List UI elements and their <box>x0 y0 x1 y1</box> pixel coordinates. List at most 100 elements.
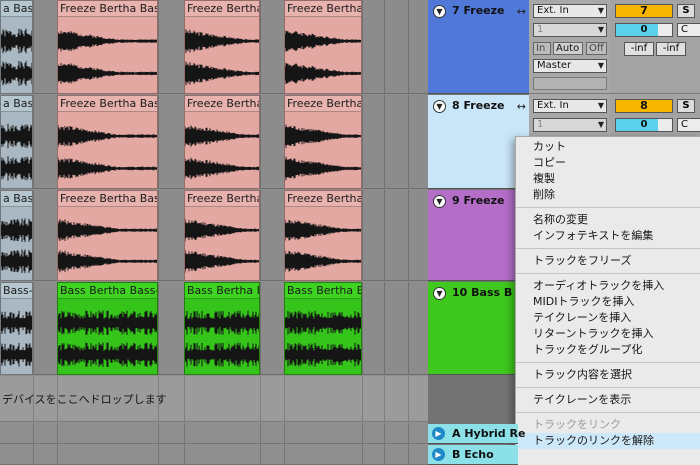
output-select[interactable]: Master ▼ <box>533 59 607 73</box>
menu-item[interactable]: リターントラックを挿入 <box>516 326 700 342</box>
arrangement-lane[interactable]: a Bass Freeze Bertha Bass Freeze Bertha Fre… <box>0 95 428 189</box>
return-lane[interactable] <box>0 444 428 465</box>
menu-item[interactable]: トラックのリンクを解除 <box>516 433 700 449</box>
menu-separator <box>516 207 700 208</box>
menu-item[interactable]: オーディオトラックを挿入 <box>516 278 700 294</box>
menu-item[interactable]: MIDIトラックを挿入 <box>516 294 700 310</box>
audio-clip[interactable]: Freeze Bertha <box>184 0 260 94</box>
monitor-off-button[interactable]: Off <box>586 42 607 55</box>
solo-button[interactable]: S <box>677 4 695 18</box>
input-channel-select[interactable]: 1 ▼ <box>533 23 607 37</box>
arrangement-view[interactable]: a Bass Freeze Bertha Bass Freeze Bertha Fre… <box>0 0 428 465</box>
return-lane[interactable] <box>0 423 428 444</box>
monitor-auto-button[interactable]: Auto <box>553 42 583 55</box>
input-channel-value: 1 <box>537 24 544 35</box>
menu-item[interactable]: 複製 <box>516 171 700 187</box>
arrangement-lane[interactable]: a Bass Freeze Bertha Bass Freeze Bertha Fre… <box>0 0 428 94</box>
audio-clip[interactable]: a Bass <box>0 95 33 189</box>
menu-item[interactable]: トラックをフリーズ <box>516 253 700 269</box>
track-header[interactable]: ▼ 9 Freeze <box>428 190 529 281</box>
menu-item[interactable]: テイクレーンを挿入 <box>516 310 700 326</box>
io-section: Ext. In ▼ 1 ▼ In Auto Off Master ▼ <box>529 0 610 94</box>
volume-slider[interactable]: 0 <box>615 23 673 37</box>
menu-item[interactable]: インフォテキストを編集 <box>516 228 700 244</box>
audio-clip[interactable]: Bass Bertha Bass-3 <box>57 282 158 375</box>
clip-title: Freeze Bertha <box>285 1 362 17</box>
audio-clip[interactable]: Freeze Bertha Bass <box>57 95 158 189</box>
return-track-header[interactable]: ▶ A Hybrid Re <box>428 424 525 444</box>
menu-item[interactable]: トラック内容を選択 <box>516 367 700 383</box>
menu-separator <box>516 412 700 413</box>
menu-item[interactable]: テイクレーンを表示 <box>516 392 700 408</box>
track-name[interactable]: 7 Freeze <box>452 4 505 17</box>
menu-item[interactable]: トラックをグループ化 <box>516 342 700 358</box>
track-header[interactable]: ▼ 7 Freeze ↔ <box>428 0 529 94</box>
audio-clip[interactable]: Bass-3 <box>0 282 33 375</box>
pan-control[interactable]: C <box>677 118 700 132</box>
input-type-select[interactable]: Ext. In ▼ <box>533 99 607 113</box>
fold-arrow-icon[interactable]: ▼ <box>433 195 446 208</box>
audio-clip[interactable]: a Bass <box>0 0 33 94</box>
audio-clip[interactable]: Freeze Bertha <box>184 190 260 281</box>
track-activator-button[interactable]: 8 <box>615 99 673 113</box>
fold-arrow-icon[interactable]: ▼ <box>433 5 446 18</box>
menu-item[interactable]: 名称の変更 <box>516 212 700 228</box>
fold-arrow-icon[interactable]: ▶ <box>432 427 445 440</box>
grid-line <box>158 423 159 443</box>
waveform <box>185 125 259 180</box>
audio-clip[interactable]: Freeze Bertha Bass <box>57 0 158 94</box>
grid-line <box>33 282 34 374</box>
return-track-name[interactable]: A Hybrid Re <box>452 427 525 440</box>
solo-button[interactable]: S <box>677 99 695 113</box>
waveform <box>285 219 361 272</box>
return-track-name[interactable]: B Echo <box>452 448 494 461</box>
audio-clip[interactable]: a Bass <box>0 190 33 281</box>
menu-item[interactable]: 削除 <box>516 187 700 203</box>
pan-control[interactable]: C <box>677 23 700 37</box>
monitor-in-button[interactable]: In <box>533 42 551 55</box>
clip-title: Bass Bertha Ba <box>285 283 361 299</box>
fold-arrow-icon[interactable]: ▼ <box>433 100 446 113</box>
grid-line <box>57 444 58 464</box>
audio-clip[interactable]: Bass Bertha Ba <box>284 282 362 375</box>
volume-slider[interactable]: 0 <box>615 118 673 132</box>
menu-separator <box>516 273 700 274</box>
track-activator-button[interactable]: 7 <box>615 4 673 18</box>
waveform <box>185 29 259 86</box>
fold-arrow-icon[interactable]: ▶ <box>432 448 445 461</box>
track-name[interactable]: 8 Freeze <box>452 99 505 112</box>
audio-clip[interactable]: Freeze Bertha <box>284 190 362 281</box>
fold-arrow-icon[interactable]: ▼ <box>433 287 446 300</box>
link-icon: ↔ <box>516 100 526 113</box>
arrangement-lane[interactable]: Bass-3 Bass Bertha Bass-3 Bass Bertha Ba Ba… <box>0 282 428 375</box>
menu-item[interactable]: カット <box>516 139 700 155</box>
grid-line <box>33 95 34 188</box>
audio-clip[interactable]: Freeze Bertha <box>184 95 260 189</box>
menu-item[interactable]: コピー <box>516 155 700 171</box>
input-channel-select[interactable]: 1 ▼ <box>533 118 607 132</box>
send-a-knob[interactable]: -inf <box>624 42 654 56</box>
output-value: Master <box>537 60 572 71</box>
return-track-header[interactable]: ▶ B Echo <box>428 445 518 465</box>
arrangement-lane[interactable]: a Bass Freeze Bertha Bass Freeze Bertha Fre… <box>0 190 428 281</box>
send-b-knob[interactable]: -inf <box>656 42 686 56</box>
track-header[interactable]: ▼ 10 Bass B <box>428 282 529 375</box>
clip-title: a Bass <box>1 1 33 17</box>
audio-clip[interactable]: Freeze Bertha <box>284 95 362 189</box>
audio-clip[interactable]: Bass Bertha Ba <box>184 282 260 375</box>
clip-title: Freeze Bertha <box>185 191 260 207</box>
audio-clip[interactable]: Freeze Bertha <box>284 0 362 94</box>
output-channel-slot[interactable] <box>533 77 607 90</box>
volume-value: 0 <box>640 24 648 35</box>
track-name[interactable]: 10 Bass B <box>452 286 512 299</box>
chevron-down-icon: ▼ <box>597 61 604 70</box>
audio-clip[interactable]: Freeze Bertha Bass <box>57 190 158 281</box>
track-name[interactable]: 9 Freeze <box>452 194 505 207</box>
device-drop-zone[interactable]: デバイスをここへドロップします <box>0 376 428 422</box>
grid-line <box>33 0 34 93</box>
track-header[interactable]: ▼ 8 Freeze ↔ <box>428 95 529 189</box>
chevron-down-icon: ▼ <box>597 120 604 129</box>
grid-line <box>57 376 58 421</box>
input-type-select[interactable]: Ext. In ▼ <box>533 4 607 18</box>
clip-title: Bass Bertha Bass-3 <box>58 283 158 299</box>
